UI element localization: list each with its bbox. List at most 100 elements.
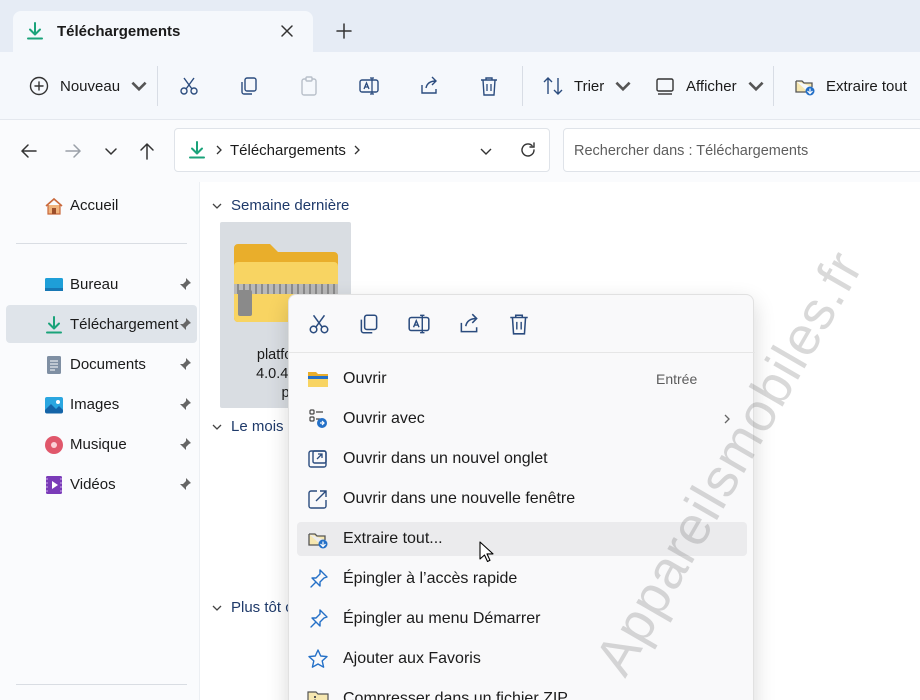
download-icon	[189, 141, 205, 159]
address-bar[interactable]: Téléchargements	[174, 128, 550, 172]
new-button[interactable]: Nouveau	[28, 72, 150, 100]
copy-button[interactable]	[238, 72, 260, 100]
delete-icon[interactable]	[507, 312, 531, 336]
sort-button[interactable]: Trier	[542, 72, 634, 100]
menu-item-add-favorites[interactable]: Ajouter aux Favoris	[297, 642, 747, 676]
sidebar-item-videos[interactable]: Vidéos	[6, 465, 197, 503]
pin-icon	[310, 569, 328, 588]
title-bar: Téléchargements	[0, 0, 920, 52]
menu-item-label: Ajouter aux Favoris	[343, 650, 481, 667]
group-header[interactable]: Semaine dernière	[211, 197, 349, 214]
back-icon[interactable]	[18, 140, 40, 162]
share-icon[interactable]	[457, 312, 481, 336]
group-header[interactable]: Le mois d	[211, 418, 296, 435]
extract-all-button[interactable]: Extraire tout	[794, 72, 907, 100]
documents-icon	[47, 356, 61, 374]
sort-icon	[543, 77, 563, 95]
sidebar-item-downloads[interactable]: Téléchargement	[6, 305, 197, 343]
cut-button[interactable]	[178, 72, 200, 100]
share-button[interactable]	[418, 72, 440, 100]
recent-locations-icon[interactable]	[100, 140, 122, 162]
chevron-right-icon	[724, 414, 730, 424]
menu-item-open[interactable]: Ouvrir Entrée	[297, 362, 747, 396]
sidebar-item-label: Musique	[70, 436, 127, 453]
refresh-icon[interactable]	[518, 140, 538, 160]
zip-folder-icon	[307, 691, 329, 700]
folder-icon	[308, 372, 328, 387]
menu-item-open-new-window[interactable]: Ouvrir dans une nouvelle fenêtre	[297, 482, 747, 516]
plus-icon[interactable]	[333, 20, 355, 42]
sidebar-item-label: Téléchargement	[70, 316, 179, 333]
download-icon	[46, 316, 62, 334]
delete-icon	[481, 77, 497, 96]
pin-icon[interactable]	[178, 357, 192, 371]
menu-item-open-new-tab[interactable]: Ouvrir dans un nouvel onglet	[297, 442, 747, 476]
new-tab-icon	[308, 450, 327, 468]
menu-item-pin-start[interactable]: Épingler au menu Démarrer	[297, 602, 747, 636]
navigation-pane: Accueil Bureau Téléchargement Documents	[0, 182, 200, 700]
up-icon[interactable]	[136, 140, 158, 162]
chevron-down-icon	[212, 203, 222, 209]
menu-item-label: Compresser dans un fichier ZIP	[343, 690, 568, 700]
sidebar-item-images[interactable]: Images	[6, 385, 197, 423]
menu-item-compress-zip[interactable]: Compresser dans un fichier ZIP	[297, 682, 747, 700]
view-button[interactable]: Afficher	[654, 72, 767, 100]
paste-icon	[301, 76, 317, 96]
pin-icon[interactable]	[178, 397, 192, 411]
new-window-icon	[308, 490, 327, 509]
menu-item-pin-quick-access[interactable]: Épingler à l’accès rapide	[297, 562, 747, 596]
copy-icon[interactable]	[357, 312, 381, 336]
menu-item-open-with[interactable]: Ouvrir avec	[297, 402, 747, 436]
chevron-down-icon[interactable]	[477, 142, 495, 160]
group-label: Semaine dernière	[231, 197, 350, 214]
toolbar-divider	[773, 66, 774, 106]
music-icon	[45, 436, 63, 454]
pin-icon[interactable]	[178, 437, 192, 451]
forward-icon[interactable]	[62, 140, 84, 162]
close-icon[interactable]	[277, 21, 297, 41]
rename-button[interactable]	[358, 72, 380, 100]
search-input[interactable]: Rechercher dans : Téléchargements	[563, 128, 920, 172]
chevron-down-icon	[615, 81, 631, 92]
pin-icon[interactable]	[178, 277, 192, 291]
group-header[interactable]: Plus tôt c	[211, 599, 293, 616]
menu-item-label: Ouvrir avec	[343, 410, 425, 427]
star-icon	[308, 649, 328, 668]
command-bar: Nouveau Trier Afficher Extraire tout	[0, 52, 920, 120]
pin-icon[interactable]	[178, 317, 192, 331]
menu-item-label: Épingler au menu Démarrer	[343, 610, 541, 627]
paste-button[interactable]	[298, 72, 320, 100]
sidebar-item-home[interactable]: Accueil	[6, 186, 197, 224]
menu-item-label: Ouvrir dans une nouvelle fenêtre	[343, 490, 576, 507]
delete-button[interactable]	[478, 72, 500, 100]
view-label: Afficher	[686, 77, 737, 95]
extract-all-label: Extraire tout	[826, 77, 907, 95]
menu-item-extract-all[interactable]: Extraire tout...	[297, 522, 747, 556]
view-icon	[656, 78, 674, 95]
tab-downloads[interactable]: Téléchargements	[13, 11, 313, 52]
sidebar-item-music[interactable]: Musique	[6, 425, 197, 463]
chevron-right-icon[interactable]	[213, 143, 225, 157]
context-quick-actions	[289, 295, 755, 353]
menu-item-label: Épingler à l’accès rapide	[343, 570, 518, 587]
sidebar-item-desktop[interactable]: Bureau	[6, 265, 197, 303]
copy-icon	[241, 77, 257, 95]
sidebar-item-label: Bureau	[70, 276, 119, 293]
breadcrumb[interactable]: Téléchargements	[230, 142, 346, 159]
images-icon	[45, 397, 63, 414]
extract-icon	[795, 80, 815, 96]
cut-icon[interactable]	[307, 312, 331, 336]
plus-circle-icon	[29, 76, 49, 96]
chevron-right-icon[interactable]	[351, 143, 363, 157]
pin-icon[interactable]	[178, 477, 192, 491]
rename-icon[interactable]	[407, 312, 431, 336]
sidebar-item-label: Vidéos	[70, 476, 116, 493]
chevron-down-icon	[748, 81, 764, 92]
toolbar-divider	[522, 66, 523, 106]
pin-icon	[310, 609, 328, 628]
mouse-cursor-icon	[479, 541, 494, 563]
sidebar-item-label: Accueil	[70, 197, 119, 214]
sidebar-item-label: Documents	[70, 356, 146, 373]
new-label: Nouveau	[60, 77, 121, 95]
sidebar-item-documents[interactable]: Documents	[6, 345, 197, 383]
